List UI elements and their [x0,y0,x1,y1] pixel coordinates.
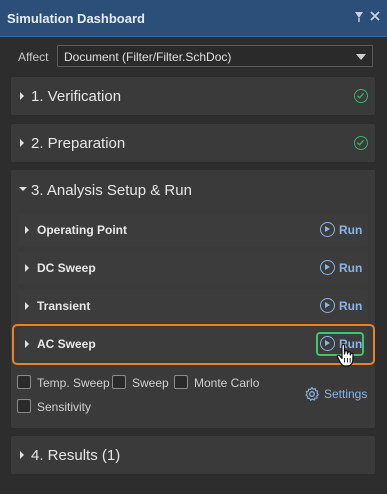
checkbox-label: Sweep [132,376,169,390]
checkbox-box [17,399,31,413]
monte-carlo-checkbox[interactable]: Monte Carlo [174,375,264,391]
play-icon [320,222,335,237]
caret-down-icon[interactable] [19,187,27,191]
affect-dropdown[interactable]: Document (Filter/Filter.SchDoc) [57,45,373,67]
checkbox-label: Sensitivity [37,400,92,414]
checkbox-box [17,375,31,389]
analysis-label: Transient [37,299,91,313]
window-title: Simulation Dashboard [7,11,145,26]
run-label: Run [339,299,363,313]
section-title: 2. Preparation [31,135,126,152]
analysis-transient[interactable]: Transient Run [18,290,368,322]
caret-right-icon [25,264,29,272]
sweep-checkbox[interactable]: Sweep [112,375,172,391]
checkbox-box [174,375,188,389]
checkbox-label: Temp. Sweep [37,376,110,390]
analysis-dc-sweep[interactable]: DC Sweep Run [18,252,368,284]
settings-label: Settings [324,387,368,401]
analysis-label: DC Sweep [37,261,96,275]
section-verification[interactable]: 1. Verification [11,77,375,115]
temp-sweep-checkbox[interactable]: Temp. Sweep [17,375,110,391]
settings-link[interactable]: Settings [304,386,370,402]
caret-right-icon [20,451,24,459]
check-circle-icon [354,89,368,103]
run-button[interactable]: Run [320,220,364,240]
run-button[interactable]: Run [320,258,364,278]
close-icon[interactable] [370,10,380,24]
analysis-label: Operating Point [37,223,127,237]
checkbox-box [112,375,126,389]
run-label: Run [339,261,363,275]
section-title[interactable]: 3. Analysis Setup & Run [31,182,192,199]
sensitivity-checkbox[interactable]: Sensitivity [17,399,97,415]
hand-cursor-icon [336,343,358,372]
section-title: 4. Results (1) [31,447,121,464]
affect-label: Affect [18,50,49,64]
play-icon [320,260,335,275]
section-preparation[interactable]: 2. Preparation [11,124,375,162]
run-label: Run [339,223,363,237]
section-title: 1. Verification [31,88,122,105]
pin-icon[interactable] [354,10,364,25]
caret-right-icon [25,226,29,234]
analysis-operating-point[interactable]: Operating Point Run [18,214,368,246]
gear-icon [304,386,320,405]
checkbox-label: Monte Carlo [194,376,260,390]
caret-right-icon [25,302,29,310]
caret-right-icon [20,139,24,147]
title-bar: Simulation Dashboard [0,0,387,37]
affect-dropdown-value: Document (Filter/Filter.SchDoc) [64,50,232,64]
check-circle-icon [354,136,368,150]
chevron-down-icon [356,54,366,60]
play-icon [320,298,335,313]
section-results[interactable]: 4. Results (1) [11,436,375,474]
run-button[interactable]: Run [320,296,364,316]
caret-right-icon [20,92,24,100]
